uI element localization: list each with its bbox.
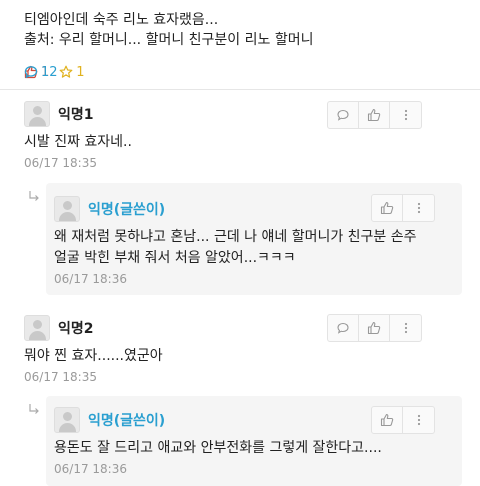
like-button[interactable] [372,195,403,221]
reply-time: 06/17 18:36 [54,462,127,476]
comment-time: 06/17 18:35 [24,370,97,384]
comment-count-value: 12 [41,64,58,80]
more-vertical-icon [417,414,420,426]
thumbs-up-icon [367,321,381,335]
comment-nickname: 익명2 [58,321,94,337]
post-text-line: 출처: 우리 할머니... 할머니 친구분이 리노 할머니 [24,32,314,48]
more-button[interactable] [390,315,421,341]
thumbs-up-icon [380,201,394,215]
more-button[interactable] [403,407,434,433]
reply-arrow-icon [27,190,41,208]
thumbs-up-icon [367,108,381,122]
reply-button[interactable] [328,315,359,341]
reply-nickname: 익명(글쓴이) [88,413,166,429]
thumbs-up-icon [380,413,394,427]
comment-actions [327,101,422,129]
avatar-icon [54,196,80,222]
avatar-icon [24,315,50,341]
reply-time: 06/17 18:36 [54,272,127,286]
reply-text-line: 왜 재처럼 못하냐고 혼남... 근데 나 얘네 할머니가 친구분 손주 [54,229,417,245]
reply-actions [371,406,435,434]
post-body: 티엠아인데 숙주 리노 효자랬음... 출처: 우리 할머니... 할머니 친구… [0,0,480,82]
reply-button[interactable] [328,102,359,128]
more-button[interactable] [403,195,434,221]
comment-time: 06/17 18:35 [24,156,97,170]
like-button[interactable] [359,102,390,128]
avatar-icon [54,407,80,433]
more-vertical-icon [404,109,407,121]
comment-bubble-icon [24,66,38,78]
comment-text: 뭐야 찐 효자......였군아 [24,348,163,364]
divider [0,89,480,90]
comment-bubble-icon [337,322,349,334]
comment-nickname: 익명1 [58,107,94,123]
like-button[interactable] [372,407,403,433]
more-vertical-icon [404,322,407,334]
comment-bubble-icon [337,109,349,121]
comment-text: 시발 진짜 효자네.. [24,134,132,150]
reply-actions [371,194,435,222]
like-button[interactable] [359,315,390,341]
comment-actions [327,314,422,342]
comment-count[interactable]: 12 [24,65,480,80]
reply-arrow-icon [27,403,41,421]
post-stats: 1 12 1 [24,62,456,82]
avatar-icon [24,101,50,127]
more-vertical-icon [417,202,420,214]
more-button[interactable] [390,102,421,128]
reply-text-line: 얼굴 박힌 부채 줘서 처음 알았어...ㅋㅋㅋ [54,250,296,266]
post-text-line: 티엠아인데 숙주 리노 효자랬음... [24,12,219,28]
reply-nickname: 익명(글쓴이) [88,202,166,218]
reply-text-line: 용돈도 잘 드리고 애교와 안부전화를 그렇게 잘한다고.... [54,440,382,456]
